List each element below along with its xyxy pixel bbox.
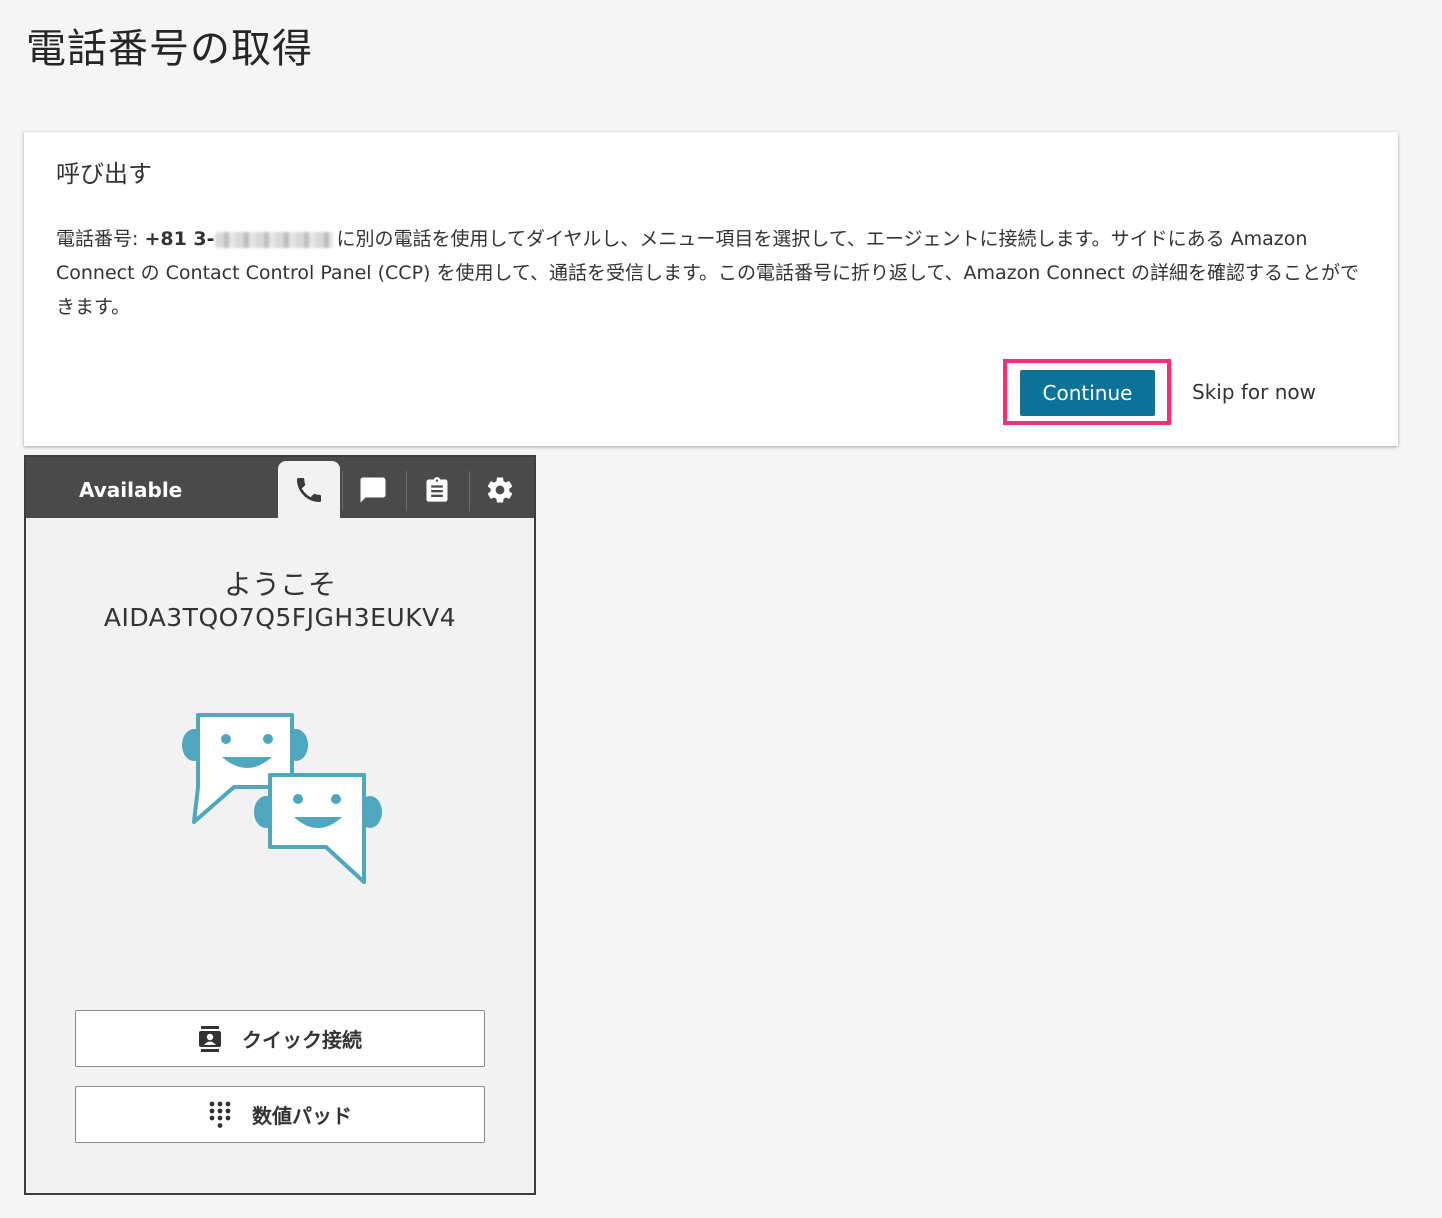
dialog-heading: 呼び出す: [56, 160, 152, 188]
numpad-label: 数値パッド: [252, 1104, 352, 1128]
tab-settings[interactable]: [469, 461, 531, 518]
tab-phone[interactable]: [278, 461, 340, 518]
call-dialog: 呼び出す 電話番号: +81 3- に別の電話を使用してダイヤルし、メニュー項目を…: [24, 132, 1398, 446]
chat-bubbles-mascot-icon: [182, 713, 382, 884]
quick-connect-button[interactable]: クイック接続: [75, 1010, 485, 1067]
redacted-phone-digits: [214, 231, 333, 248]
gear-icon: [487, 477, 513, 503]
contacts-icon: [198, 1025, 222, 1052]
quick-connect-label: クイック接続: [242, 1028, 362, 1052]
tab-chat[interactable]: [342, 461, 404, 518]
phone-number: +81 3-: [144, 228, 215, 250]
clipboard-icon: [426, 476, 448, 502]
agent-id: AIDA3TQO7Q5FJGH3EUKV4: [103, 603, 457, 632]
dialpad-icon: [208, 1101, 232, 1129]
skip-for-now-button[interactable]: Skip for now: [1192, 374, 1316, 410]
tab-tasks[interactable]: [406, 461, 468, 518]
chat-icon: [360, 477, 386, 502]
phone-icon: [297, 477, 321, 502]
agent-status[interactable]: Available: [79, 478, 182, 502]
ccp-header: Available: [26, 457, 534, 518]
contact-control-panel: Available ようこそ AIDA3TQO7Q5FJGH3EUKV4 クイッ…: [24, 455, 536, 1195]
numpad-button[interactable]: 数値パッド: [75, 1086, 485, 1143]
dialog-body: 電話番号: +81 3- に別の電話を使用してダイヤルし、メニュー項目を選択して、…: [56, 222, 1368, 324]
continue-button[interactable]: Continue: [1020, 370, 1155, 416]
phone-label: 電話番号:: [56, 228, 145, 250]
welcome-text: ようこそ: [223, 568, 336, 601]
page-title: 電話番号の取得: [26, 26, 313, 72]
